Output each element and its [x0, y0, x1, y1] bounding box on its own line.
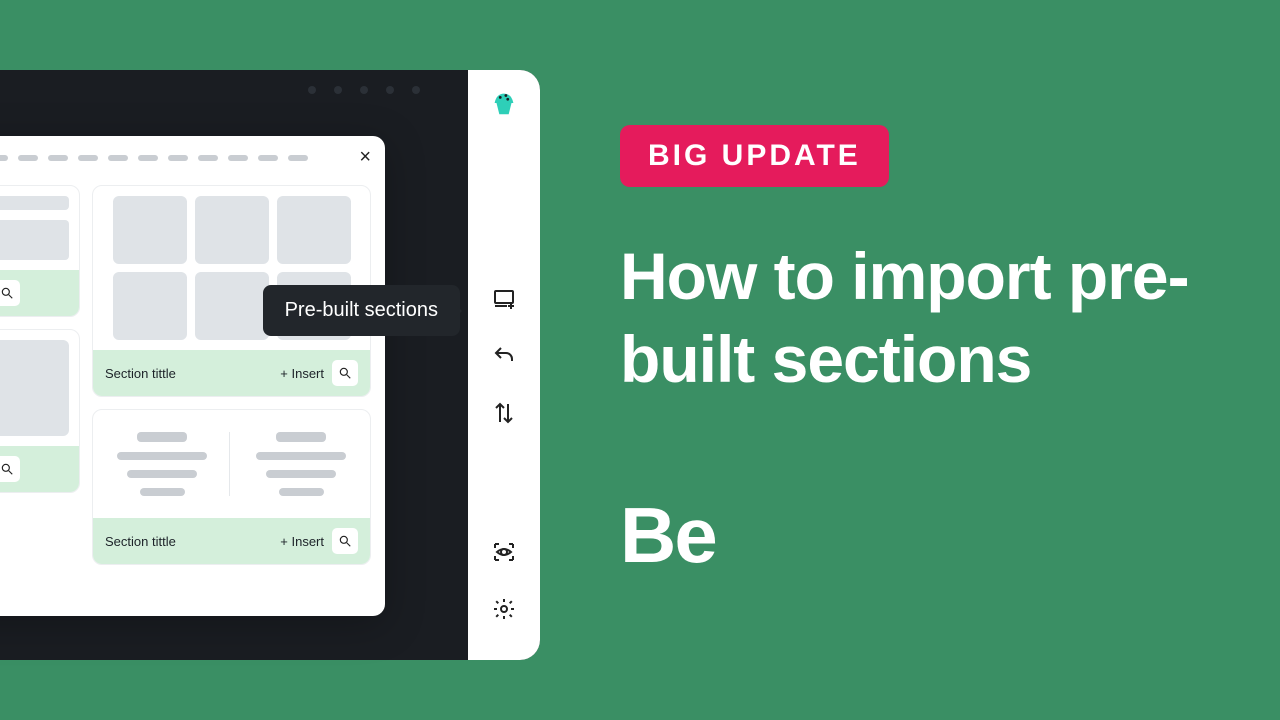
app-window: Pre-built sections All × [0, 70, 540, 660]
undo-icon[interactable] [492, 330, 516, 387]
magnify-icon[interactable] [332, 360, 358, 386]
tab-placeholders [0, 155, 349, 161]
sections-panel: All × Insert [0, 136, 385, 616]
section-title-label: Section tittle [105, 366, 272, 381]
preview-icon[interactable] [492, 526, 516, 583]
section-title-label: Section tittle [105, 534, 272, 549]
sections-icon[interactable] [492, 273, 516, 330]
settings-icon[interactable] [492, 583, 516, 640]
reorder-icon[interactable] [492, 387, 516, 444]
section-card: Section tittle + Insert [92, 409, 371, 565]
side-toolbar [468, 70, 540, 660]
panel-header: All × [0, 136, 385, 179]
insert-button[interactable]: + Insert [280, 366, 324, 381]
magnify-icon[interactable] [0, 456, 20, 482]
update-badge: BIG UPDATE [620, 125, 889, 187]
be-logo: Be [620, 490, 1280, 581]
section-card: Insert [0, 329, 80, 493]
muffin-logo-icon[interactable] [489, 88, 519, 273]
canvas-placeholder-dots [308, 86, 420, 94]
page-title: How to import pre-built sections [620, 235, 1280, 400]
insert-button[interactable]: + Insert [280, 534, 324, 549]
close-icon[interactable]: × [359, 146, 371, 169]
tooltip-prebuilt-sections: Pre-built sections [263, 285, 460, 336]
magnify-icon[interactable] [332, 528, 358, 554]
section-card: Insert [0, 185, 80, 317]
magnify-icon[interactable] [0, 280, 20, 306]
